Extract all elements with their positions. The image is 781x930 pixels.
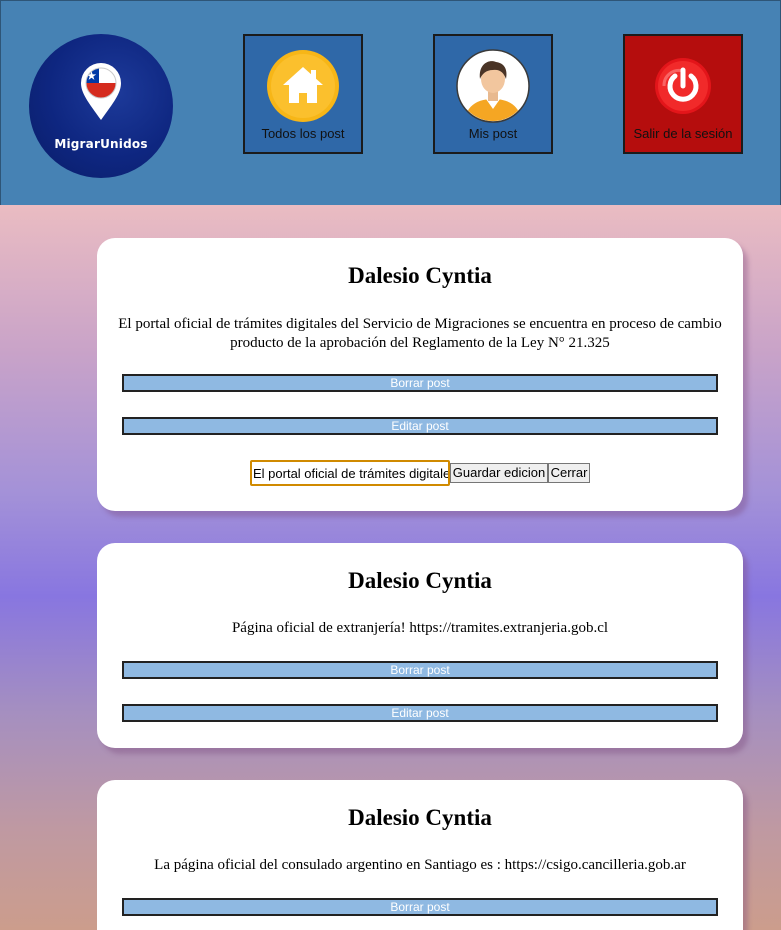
app-logo[interactable]: MigrarUnidos <box>29 34 173 178</box>
nav-logout-label: Salir de la sesión <box>633 126 733 141</box>
post-author: Dalesio Cyntia <box>348 263 492 288</box>
post-author: Dalesio Cyntia <box>348 805 492 830</box>
home-icon <box>267 50 339 122</box>
save-edit-button[interactable]: Guardar edicion <box>450 463 548 483</box>
edit-post-button[interactable]: Editar post <box>122 417 718 435</box>
post-text: El portal oficial de trámites digitales … <box>118 316 722 351</box>
post-card: Dalesio Cyntia La página oficial del con… <box>97 780 743 930</box>
delete-post-button[interactable]: Borrar post <box>122 374 718 392</box>
logo-text: MigrarUnidos <box>54 137 148 151</box>
edit-post-input[interactable]: El portal oficial de trámites digitales … <box>250 460 450 486</box>
power-icon <box>655 58 711 114</box>
nav-my-posts-label: Mis post <box>468 126 518 141</box>
edit-post-button[interactable]: Editar post <box>122 704 718 722</box>
header-bar: MigrarUnidos Todos los post Mis post Sal… <box>0 0 781 206</box>
post-card: Dalesio Cyntia Página oficial de extranj… <box>97 543 743 748</box>
user-avatar-icon <box>456 49 530 123</box>
nav-my-posts-button[interactable]: Mis post <box>433 34 553 154</box>
post-card: Dalesio Cyntia El portal oficial de trám… <box>97 238 743 511</box>
nav-all-posts-button[interactable]: Todos los post <box>243 34 363 154</box>
chile-flag-pin-icon <box>81 63 121 120</box>
post-text: Página oficial de extranjería! https://t… <box>231 620 609 636</box>
post-author: Dalesio Cyntia <box>348 568 492 593</box>
delete-post-button[interactable]: Borrar post <box>122 661 718 679</box>
delete-post-button[interactable]: Borrar post <box>122 898 718 916</box>
nav-logout-button[interactable]: Salir de la sesión <box>623 34 743 154</box>
close-edit-button[interactable]: Cerrar <box>548 463 590 483</box>
nav-all-posts-label: Todos los post <box>261 126 345 141</box>
post-text: La página oficial del consulado argentin… <box>154 857 686 873</box>
